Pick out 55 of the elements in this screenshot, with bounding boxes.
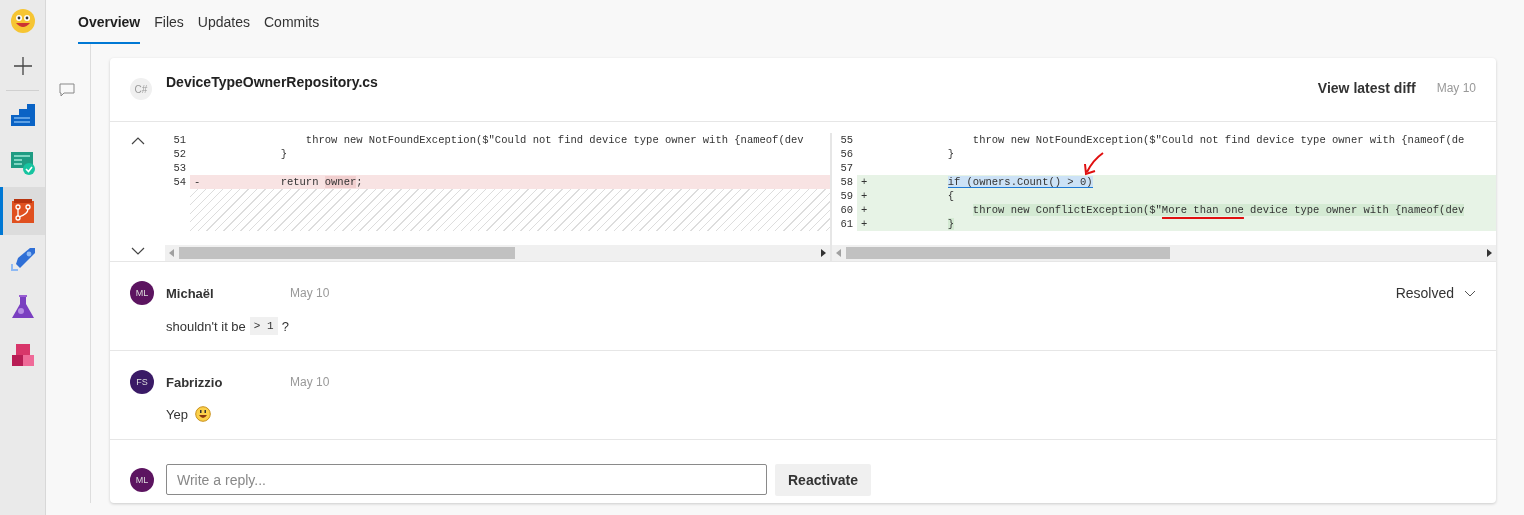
comment-text: shouldn't it be xyxy=(166,318,246,334)
line-number: 59 xyxy=(832,189,857,203)
code-line: { xyxy=(946,189,954,203)
repos-icon[interactable] xyxy=(10,198,35,224)
code-line: } xyxy=(279,147,287,161)
comment-icon xyxy=(59,83,75,98)
tab[interactable]: Updates xyxy=(197,0,250,44)
diff-sign: + xyxy=(860,217,869,231)
line-number: 58 xyxy=(832,175,857,189)
avatar: ML xyxy=(130,281,154,305)
comment-text: ? xyxy=(281,318,289,334)
avatar: FS xyxy=(130,370,154,394)
language-badge: C# xyxy=(130,78,152,100)
chevron-up-icon[interactable] xyxy=(130,137,145,145)
diff-sign: + xyxy=(860,203,869,217)
status-dropdown[interactable]: Resolved xyxy=(1395,285,1476,301)
line-number: 60 xyxy=(832,203,857,217)
comment-text: Yep xyxy=(166,406,188,422)
date: May 10 xyxy=(290,375,330,389)
code-line: throw new NotFoundException($"Could not find device type owner with {nameof(de xyxy=(971,133,1465,147)
arrow-annotation xyxy=(1081,152,1105,176)
packages-icon[interactable] xyxy=(10,343,35,367)
file-name: DeviceTypeOwnerRepository.cs xyxy=(166,74,378,90)
diff-sign: - xyxy=(193,175,202,189)
diff-sign: + xyxy=(860,175,869,189)
inline-code: > 1 xyxy=(249,317,278,335)
date: May 10 xyxy=(290,286,330,300)
line-number: 61 xyxy=(832,217,857,231)
author-name: Michaël xyxy=(166,285,215,301)
test-plans-icon[interactable] xyxy=(9,150,36,176)
horizontal-scrollbar[interactable] xyxy=(165,245,830,261)
code-line: return owner; xyxy=(279,175,363,189)
tab[interactable]: Commits xyxy=(264,0,320,44)
reply-input[interactable]: Write a reply... xyxy=(166,464,767,495)
author-name: Fabrizzio xyxy=(166,374,224,390)
avatar: ML xyxy=(130,467,154,492)
diff-sign: + xyxy=(860,189,869,203)
chevron-down-icon[interactable] xyxy=(130,247,145,255)
view-diff-link[interactable]: View latest diff xyxy=(1317,80,1416,96)
tab[interactable]: Overview xyxy=(78,0,141,44)
scroll-right-icon[interactable] xyxy=(821,249,826,257)
line-number: 54 xyxy=(165,175,190,189)
code-line: } xyxy=(946,147,954,161)
scroll-right-icon[interactable] xyxy=(1487,249,1492,257)
date: May 10 xyxy=(1436,81,1476,95)
boards-icon[interactable] xyxy=(9,103,36,127)
smiley-logo-icon[interactable] xyxy=(9,8,36,34)
plus-icon[interactable] xyxy=(12,56,33,76)
chevron-down-icon xyxy=(1464,289,1476,297)
code-line: throw new NotFoundException($"Could not find device type owner with {nameof(dev xyxy=(304,133,804,147)
horizontal-scrollbar[interactable] xyxy=(832,245,1496,261)
tab[interactable]: Files xyxy=(154,0,184,44)
rocket-icon[interactable] xyxy=(9,246,36,272)
reactivate-button[interactable]: Reactivate xyxy=(775,463,872,496)
flask-icon[interactable] xyxy=(10,294,35,320)
